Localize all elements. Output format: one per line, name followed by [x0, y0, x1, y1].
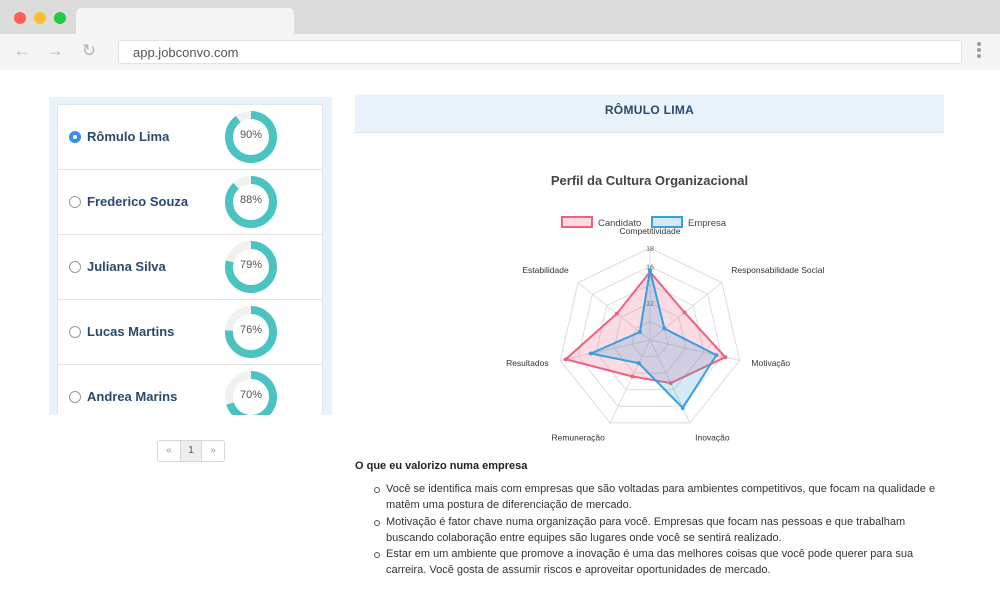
score-label: 88%: [239, 194, 263, 206]
chart-title: Perfil da Cultura Organizacional: [550, 173, 749, 188]
list-item: Estar em um ambiente que promove a inova…: [374, 546, 950, 579]
radar-point: [680, 405, 685, 410]
radar-point: [614, 311, 619, 316]
candidate-radio[interactable]: [69, 131, 81, 143]
pagination: « 1 »: [157, 440, 225, 462]
reload-icon[interactable]: ↻: [79, 41, 99, 61]
radar-axis-label: Inovação: [695, 433, 730, 443]
forward-arrow-icon[interactable]: →: [45, 41, 65, 61]
candidate-radio[interactable]: [69, 326, 81, 338]
radar-point: [648, 268, 652, 273]
values-section-title: O que eu valorizo numa empresa: [355, 460, 528, 472]
candidate-list: Rômulo Lima 90% Frederico Souza 88% Juli…: [57, 104, 323, 415]
score-label: 90%: [239, 129, 263, 141]
candidate-radio[interactable]: [69, 391, 81, 403]
address-bar[interactable]: app.jobconvo.com: [118, 40, 962, 64]
pagination-page-1[interactable]: 1: [180, 441, 202, 461]
browser-menu-icon[interactable]: [972, 42, 986, 62]
legend-swatch: [561, 216, 593, 228]
legend-label: Empresa: [688, 218, 727, 229]
radar-point: [637, 329, 642, 334]
radar-axis-label: Motivação: [751, 358, 790, 368]
browser-tab[interactable]: [76, 8, 294, 35]
radar-point: [636, 361, 641, 366]
back-arrow-icon[interactable]: ←: [12, 41, 32, 61]
candidate-list-panel[interactable]: Rômulo Lima 90% Frederico Souza 88% Juli…: [49, 97, 332, 415]
tab-bar: [0, 0, 1000, 35]
candidate-radio[interactable]: [69, 196, 81, 208]
values-list: Você se identifica mais com empresas que…: [374, 481, 950, 579]
candidate-name: Frederico Souza: [87, 194, 189, 209]
radar-axis-label: Responsabilidade Social: [731, 265, 824, 275]
radar-point: [662, 326, 667, 331]
radar-point: [714, 353, 719, 358]
candidate-name: Andrea Marins: [87, 389, 178, 404]
score-label: 76%: [239, 324, 263, 336]
candidate-row[interactable]: Rômulo Lima 90%: [58, 105, 322, 170]
radar-point: [563, 357, 568, 362]
legend-label: Candidato: [598, 218, 641, 229]
radar-point: [588, 351, 593, 356]
candidate-row[interactable]: Frederico Souza 88%: [58, 170, 322, 235]
score-label: 79%: [239, 259, 263, 271]
maximize-window-button[interactable]: [54, 12, 66, 24]
url-text: app.jobconvo.com: [133, 45, 239, 60]
radar-axis-label: Remuneração: [551, 433, 605, 443]
minimize-window-button[interactable]: [34, 12, 46, 24]
radar-point: [682, 310, 687, 315]
browser-toolbar: ← → ↻ app.jobconvo.com: [0, 34, 1000, 70]
radar-axis-label: Resultados: [506, 358, 549, 368]
close-window-button[interactable]: [14, 12, 26, 24]
radar-point: [630, 374, 635, 379]
score-label: 70%: [239, 389, 263, 401]
list-item: Você se identifica mais com empresas que…: [374, 481, 950, 514]
pagination-next-button[interactable]: »: [202, 441, 224, 461]
candidate-row[interactable]: Lucas Martins 76%: [58, 300, 322, 365]
legend-swatch: [651, 216, 683, 228]
radar-tick-label: 18: [646, 246, 654, 253]
candidate-radio[interactable]: [69, 261, 81, 273]
radar-point: [723, 355, 728, 360]
pagination-prev-button[interactable]: «: [158, 441, 180, 461]
candidate-name: Lucas Martins: [87, 324, 175, 339]
candidate-row[interactable]: Juliana Silva 79%: [58, 235, 322, 300]
culture-radar-chart: 121618CompetitividadeResponsabilidade So…: [506, 216, 825, 443]
candidate-name: Juliana Silva: [87, 259, 166, 274]
candidate-name: Rômulo Lima: [87, 129, 170, 144]
candidate-row[interactable]: Andrea Marins 70%: [58, 365, 322, 415]
radar-axis-label: Estabilidade: [522, 265, 569, 275]
browser-chrome: ← → ↻ app.jobconvo.com: [0, 0, 1000, 70]
list-item: Motivação é fator chave numa organização…: [374, 514, 950, 547]
profile-name-header: RÔMULO LIMA: [355, 94, 944, 133]
